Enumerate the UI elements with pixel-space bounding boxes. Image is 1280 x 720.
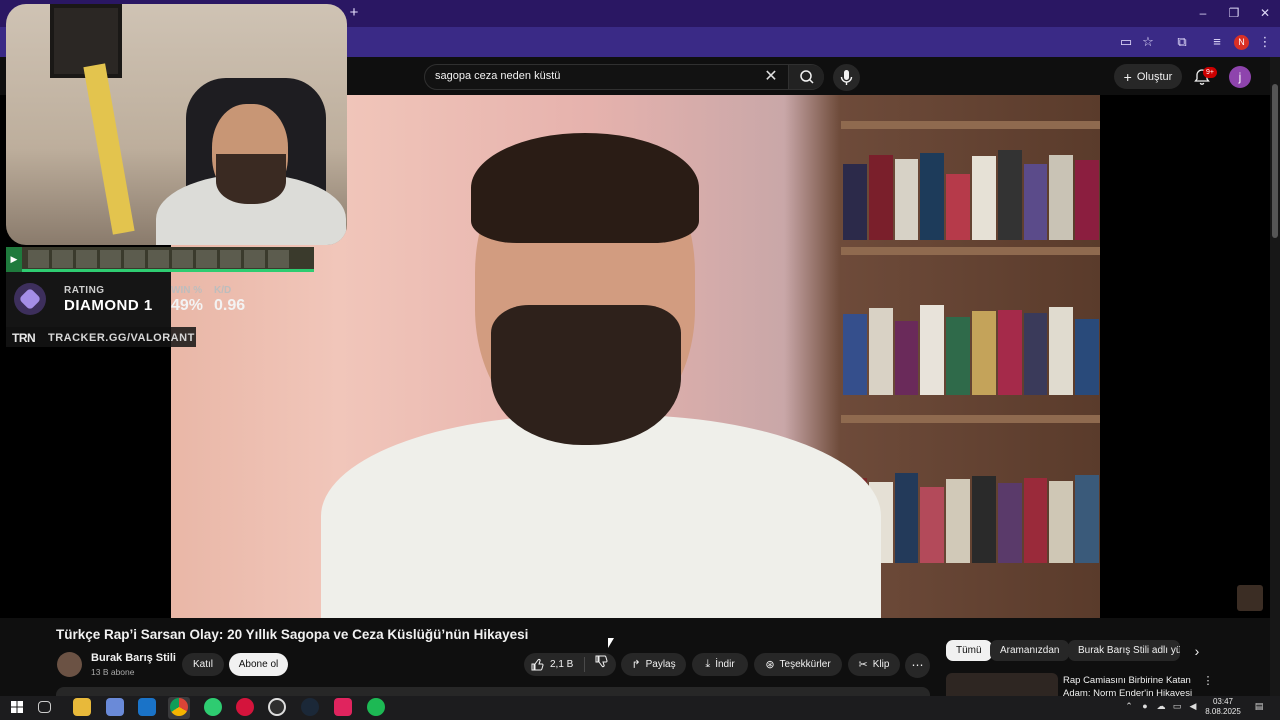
task-view-icon[interactable] — [38, 701, 51, 713]
store-icon[interactable] — [106, 698, 124, 716]
create-label: Oluştur — [1136, 70, 1173, 83]
match-history-strip — [6, 247, 314, 272]
microphone-tray-icon[interactable]: ● — [1139, 700, 1151, 712]
browser-menu-icon[interactable]: ⋮ — [1256, 33, 1274, 51]
close-window-button[interactable]: ✕ — [1250, 3, 1280, 23]
notification-count-badge: 9+ — [1203, 67, 1217, 78]
webcam-overlay — [6, 4, 347, 245]
like-button[interactable]: 2,1 B — [530, 653, 573, 676]
windows-taskbar — [0, 696, 1280, 720]
chip-from-search[interactable]: Aramanızdan — [990, 640, 1070, 661]
like-dislike-group: 2,1 B — [524, 653, 616, 676]
screen: + – ❐ ✕ ▭ ☆ ⧉ ≡ N ⋮ sagopa ceza neden kü… — [0, 0, 1280, 720]
win-rate-label: WIN % — [171, 285, 203, 296]
dislike-button[interactable] — [590, 653, 612, 676]
tracker-arrow-icon: ▶ — [6, 247, 22, 272]
share-button[interactable]: ↱ Paylaş — [621, 653, 686, 676]
download-button[interactable]: ⤓ İndir — [692, 653, 748, 676]
razer-icon[interactable] — [204, 698, 222, 716]
minimize-button[interactable]: – — [1188, 3, 1218, 23]
subscriber-count: 13 B abone — [91, 667, 135, 677]
recommended-video-menu-icon[interactable]: ⋮ — [1201, 674, 1215, 688]
browser-profile-avatar[interactable]: N — [1234, 35, 1249, 50]
file-explorer-icon[interactable] — [73, 698, 91, 716]
chrome-icon[interactable] — [170, 698, 188, 716]
obs-icon[interactable] — [268, 698, 286, 716]
mouse-cursor — [608, 638, 614, 648]
voice-search-button[interactable] — [833, 64, 860, 91]
cast-icon[interactable]: ▭ — [1117, 33, 1135, 51]
taskbar-clock[interactable]: 03:47 8.08.2025 — [1200, 697, 1246, 717]
windows-start-icon[interactable] — [8, 698, 26, 716]
network-icon[interactable]: ▭ — [1171, 700, 1183, 712]
clock-date: 8.08.2025 — [1205, 707, 1241, 716]
download-icon: ⤓ — [705, 658, 711, 670]
win-rate-value: 49% — [171, 297, 204, 314]
join-button[interactable]: Katıl — [182, 653, 224, 676]
clip-button[interactable]: ✂ Klip — [848, 653, 900, 676]
create-button[interactable]: + Oluştur — [1114, 64, 1182, 89]
onedrive-icon[interactable]: ☁ — [1155, 700, 1167, 712]
search-box[interactable]: sagopa ceza neden küstü ✕ — [424, 64, 824, 90]
download-label: İndir — [715, 659, 735, 670]
media-control-icon[interactable]: ≡ — [1208, 33, 1226, 51]
steam-icon[interactable] — [301, 698, 319, 716]
thumbs-up-icon — [531, 658, 544, 670]
thanks-button[interactable]: ⊛ Teşekkürler — [754, 653, 842, 676]
microphone-icon — [840, 70, 853, 85]
tray-chevron-icon[interactable]: ⌃ — [1123, 700, 1135, 712]
account-avatar[interactable]: j — [1229, 66, 1251, 88]
subscribe-button[interactable]: Abone ol — [229, 653, 288, 676]
video-title: Türkçe Rap’i Sarsan Olay: 20 Yıllık Sago… — [56, 627, 529, 642]
thanks-label: Teşekkürler — [779, 659, 831, 670]
kd-value: 0.96 — [214, 297, 246, 314]
maximize-button[interactable]: ❐ — [1219, 3, 1249, 23]
valorant-icon[interactable] — [334, 698, 352, 716]
chip-channel[interactable]: Burak Barış Stili adlı yü — [1068, 640, 1180, 661]
new-tab-button[interactable]: + — [346, 4, 362, 22]
clear-search-icon[interactable]: ✕ — [761, 67, 781, 87]
kd-label: K/D — [214, 285, 232, 296]
spotify-icon[interactable] — [367, 698, 385, 716]
chevron-right-icon[interactable]: › — [1188, 642, 1206, 660]
thumbs-down-icon — [595, 655, 608, 668]
channel-avatar[interactable] — [57, 652, 82, 677]
tracker-url: TRACKER.GG/VALORANT — [48, 332, 195, 344]
volume-icon[interactable]: ◀ — [1187, 700, 1199, 712]
channel-name[interactable]: Burak Barış Stili — [91, 652, 176, 664]
notification-center-icon[interactable]: ▤ — [1253, 700, 1265, 712]
bookmark-star-icon[interactable]: ☆ — [1139, 33, 1157, 51]
clip-label: Klip — [872, 659, 890, 670]
riot-client-icon[interactable] — [236, 698, 254, 716]
clock-time: 03:47 — [1212, 697, 1234, 706]
mini-player-thumbnail[interactable] — [1237, 585, 1263, 611]
more-actions-button[interactable]: ⋯ — [905, 653, 930, 678]
like-count: 2,1 B — [550, 659, 574, 670]
scissors-icon: ✂ — [858, 659, 868, 671]
share-icon: ↱ — [631, 659, 641, 671]
outlook-icon[interactable] — [138, 698, 156, 716]
rating-label: RATING — [64, 285, 105, 296]
rating-value: DIAMOND 1 — [64, 297, 153, 314]
extensions-icon[interactable]: ⧉ — [1173, 33, 1191, 51]
diamond-rank-icon — [14, 283, 46, 315]
trn-logo: TRN — [12, 331, 36, 345]
search-button[interactable] — [788, 65, 824, 89]
chip-all[interactable]: Tümü — [946, 640, 992, 661]
search-icon — [800, 70, 814, 84]
super-thanks-icon: ⊛ — [765, 659, 775, 671]
share-label: Paylaş — [645, 659, 676, 670]
search-input[interactable]: sagopa ceza neden küstü — [435, 70, 560, 82]
scrollbar-thumb[interactable] — [1272, 84, 1278, 238]
like-divider — [584, 657, 585, 672]
plus-icon: + — [1123, 68, 1132, 85]
